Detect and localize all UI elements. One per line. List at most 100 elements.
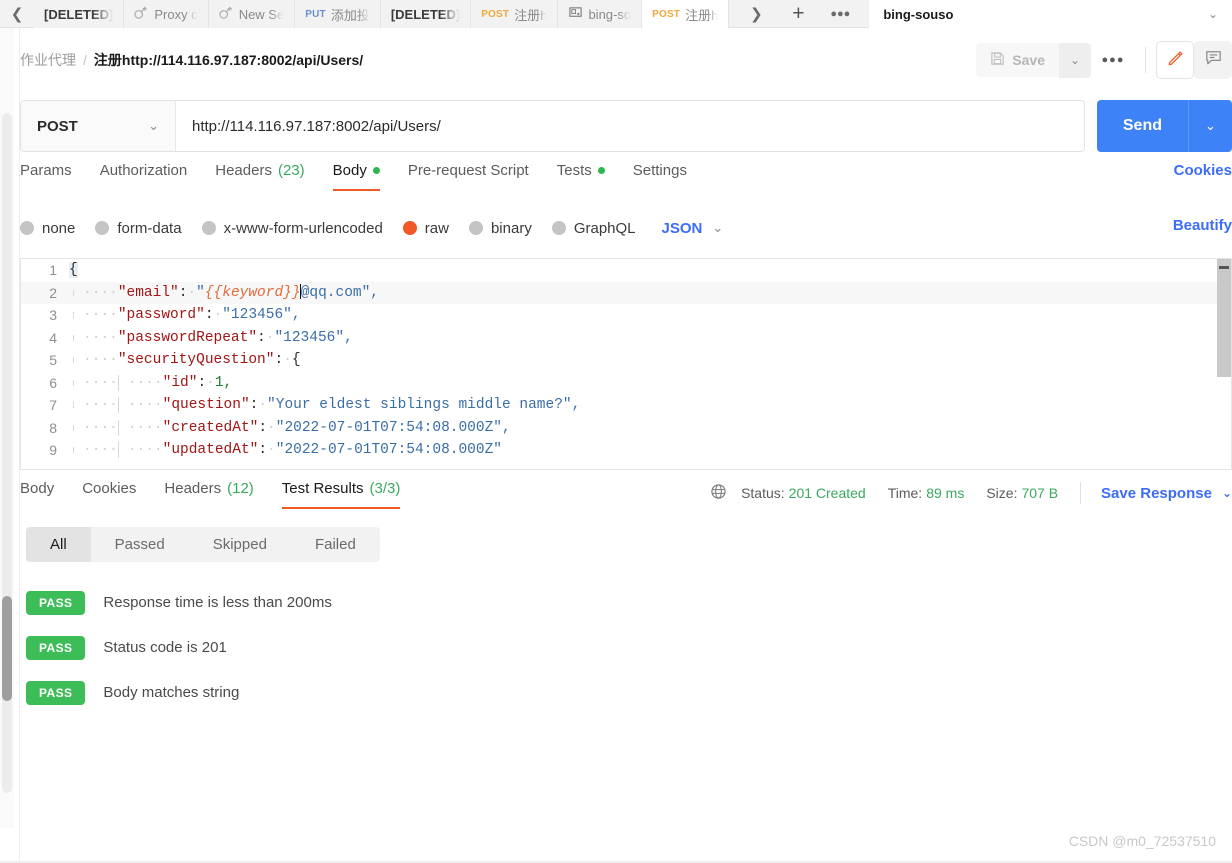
editor-line: 6 ···· ····"id":·1,: [21, 372, 1231, 395]
tab-7[interactable]: POST 注册h: [642, 0, 730, 28]
request-tab-headers[interactable]: Headers (23): [201, 160, 318, 191]
json-template-variable: {{keyword}}: [204, 285, 301, 302]
tab-label: New Se: [238, 6, 285, 22]
json-value-updated-at: "2022-07-01T07:54:08.000Z": [275, 442, 502, 459]
tab-bar: ❮ [DELETED] Proxy c New Se PUT 添加投 [DELETED] P…: [0, 0, 1232, 28]
test-result-row: PASS Status code is 201: [26, 625, 726, 670]
save-response-button[interactable]: Save Response ⌄: [1101, 485, 1232, 502]
test-name: Body matches string: [103, 684, 240, 701]
line-number: 8: [49, 419, 57, 436]
tab-2[interactable]: New Se: [208, 0, 296, 28]
body-type-label: GraphQL: [573, 219, 636, 237]
cookies-link[interactable]: Cookies: [1174, 162, 1232, 179]
line-number: 1: [49, 262, 57, 279]
body-type-form-data[interactable]: form-data: [95, 220, 182, 237]
tab-0[interactable]: [DELETED]: [34, 0, 125, 28]
http-method-select[interactable]: POST ⌄: [21, 101, 176, 151]
line-number: 5: [49, 352, 57, 369]
chevron-down-icon: ⌄: [1221, 486, 1232, 500]
tab-4[interactable]: [DELETED]: [380, 0, 472, 28]
new-tab-icon[interactable]: +: [777, 0, 819, 28]
tab-scroll-left-icon[interactable]: ❮: [0, 0, 34, 27]
json-key-id: "id": [162, 374, 198, 391]
test-status-badge: PASS: [26, 635, 86, 660]
send-button[interactable]: Send: [1096, 100, 1188, 152]
send-options-caret-icon[interactable]: ⌄: [1188, 100, 1232, 152]
tab-3[interactable]: PUT 添加投: [295, 0, 381, 28]
socket-icon: [219, 6, 234, 23]
request-tab-body[interactable]: Body: [319, 160, 394, 191]
status-value: 201 Created: [788, 485, 866, 501]
filter-passed[interactable]: Passed: [91, 527, 189, 562]
tab-label: Proxy c: [154, 6, 198, 22]
time-label: Time:: [887, 485, 923, 501]
editor-vertical-scrollbar[interactable]: [1217, 259, 1231, 469]
filter-skipped[interactable]: Skipped: [189, 527, 291, 562]
chevron-down-icon: ⌄: [1207, 7, 1218, 21]
comment-icon: [1204, 48, 1223, 72]
left-scrollbar[interactable]: [0, 28, 14, 828]
tab-6[interactable]: bing-so: [558, 0, 643, 28]
tab-bar-actions: ❯ + ●●●: [729, 0, 862, 28]
body-format-value: JSON: [661, 219, 703, 237]
json-key-security-question: "securityQuestion": [117, 352, 275, 369]
filter-failed[interactable]: Failed: [291, 527, 380, 562]
filter-all[interactable]: All: [26, 527, 91, 562]
body-type-binary[interactable]: binary: [468, 220, 532, 237]
tab-label: bing-so: [588, 6, 632, 22]
breadcrumb-request-name[interactable]: 注册http://114.116.97.187:8002/api/Users/: [94, 50, 363, 70]
tab-label: 添加投: [330, 7, 370, 23]
breadcrumb-folder[interactable]: 作业代理: [20, 50, 76, 70]
body-type-label: none: [42, 219, 76, 237]
editor-scrollbar-thumb[interactable]: [1217, 259, 1231, 377]
response-tab-body[interactable]: Body: [20, 478, 68, 509]
left-scrollbar-thumb[interactable]: [2, 596, 12, 701]
editor-line-code: ····"passwordRepeat":·"123456",: [83, 329, 353, 346]
line-number: 6: [49, 374, 57, 391]
request-more-icon[interactable]: ●●●: [1091, 43, 1135, 77]
body-type-raw[interactable]: raw: [402, 220, 449, 237]
tab-more-icon[interactable]: ●●●: [819, 0, 861, 28]
request-tab-params[interactable]: Params: [20, 160, 86, 191]
tab-5[interactable]: POST 注册h: [471, 0, 559, 28]
response-tab-headers[interactable]: Headers (12): [150, 478, 267, 509]
save-button[interactable]: Save: [976, 43, 1059, 77]
body-type-none[interactable]: none: [20, 220, 75, 237]
editor-line: 9 ···· ····"updatedAt":·"2022-07-01T07:54…: [21, 439, 1231, 462]
url-input[interactable]: http://114.116.97.187:8002/api/Users/: [176, 101, 1084, 151]
test-filter-group: All Passed Skipped Failed: [26, 527, 380, 562]
send-group: Send ⌄: [1096, 100, 1232, 152]
request-tab-pre-request-script[interactable]: Pre-request Script: [394, 160, 543, 191]
save-options-caret-icon[interactable]: ⌄: [1059, 42, 1091, 78]
tab-label: 注册h: [514, 7, 548, 23]
response-tab-test-results[interactable]: Test Results (3/3): [268, 478, 415, 509]
editor-line-code: ····"securityQuestion":·{: [83, 352, 301, 369]
request-tab-authorization[interactable]: Authorization: [86, 160, 202, 191]
line-number: 4: [49, 329, 57, 346]
json-value-question: "Your eldest siblings middle name?",: [267, 397, 581, 414]
request-body-editor[interactable]: 1 { 2 ····"email":·"{{keyword}}@qq.com",…: [20, 258, 1232, 470]
tab-1[interactable]: Proxy c: [124, 0, 209, 28]
edit-pencil-button[interactable]: [1156, 41, 1194, 79]
radio-icon: [468, 221, 483, 235]
body-type-GraphQL[interactable]: GraphQL: [551, 219, 636, 237]
url-row: POST ⌄ http://114.116.97.187:8002/api/Us…: [20, 100, 1232, 152]
request-tab-settings[interactable]: Settings: [619, 160, 701, 191]
line-number: 7: [49, 397, 57, 414]
globe-icon: [710, 483, 727, 503]
editor-line-code: {: [69, 262, 78, 279]
tab-scroll-right-icon[interactable]: ❯: [735, 0, 777, 28]
json-value-email-domain: @qq.com",: [300, 285, 380, 302]
comment-button[interactable]: [1194, 41, 1232, 79]
environment-selector[interactable]: bing-souso ⌄: [869, 0, 1232, 28]
beautify-link[interactable]: Beautify: [1173, 217, 1232, 234]
request-tab-tests[interactable]: Tests: [543, 160, 619, 191]
watermark: CSDN @m0_72537510: [1068, 833, 1216, 849]
json-key-updated-at: "updatedAt": [162, 442, 259, 459]
request-tab-label: Body: [332, 162, 367, 179]
radio-icon: [201, 221, 216, 235]
body-format-select[interactable]: JSON ⌄: [662, 220, 724, 237]
response-tab-cookies[interactable]: Cookies: [68, 478, 150, 509]
body-type-x-www-form-urlencoded[interactable]: x-www-form-urlencoded: [201, 220, 383, 237]
status-dot-icon: [372, 167, 380, 174]
